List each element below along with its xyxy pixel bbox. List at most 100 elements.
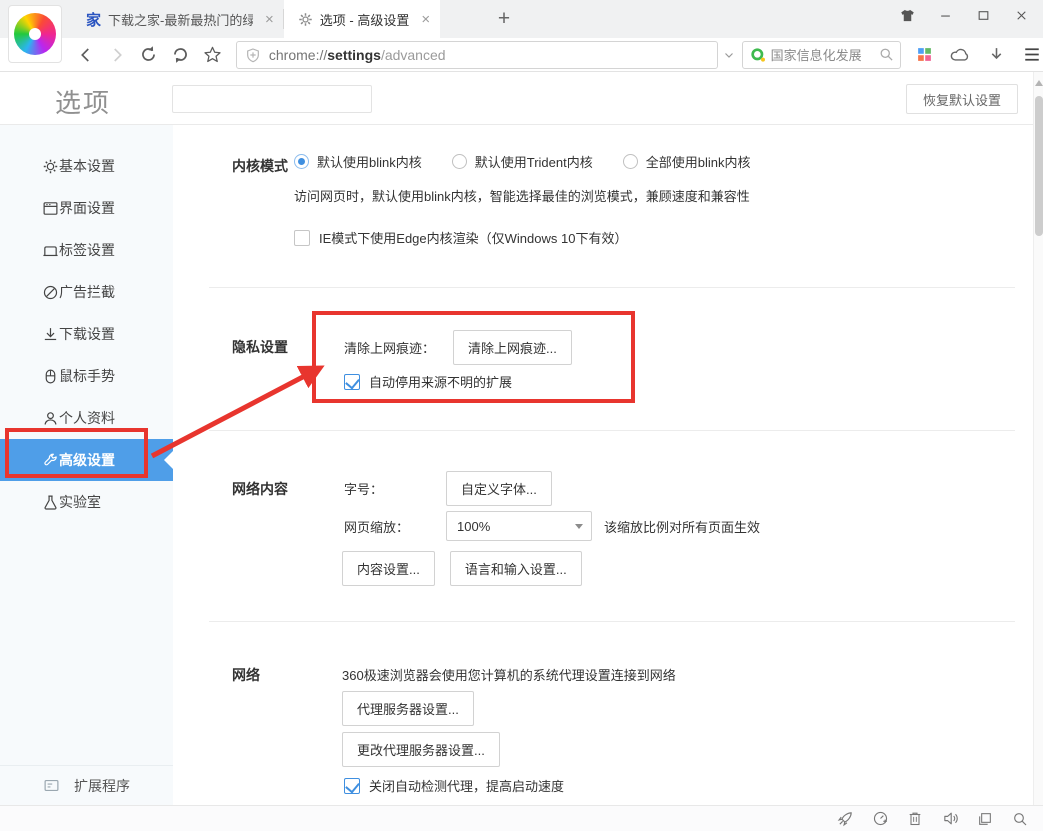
theme-skin-button[interactable]	[899, 7, 915, 23]
tab-title: 下载之家-最新最热门的绿色	[108, 10, 253, 29]
wrench-icon	[42, 452, 59, 469]
close-button[interactable]	[1013, 7, 1029, 23]
undo-close-button[interactable]	[169, 43, 193, 67]
language-input-button[interactable]: 语言和输入设置...	[450, 551, 582, 586]
back-button[interactable]	[74, 43, 98, 67]
custom-font-button[interactable]: 自定义字体...	[446, 471, 552, 506]
radio-label: 全部使用blink内核	[646, 152, 751, 171]
speedometer-icon[interactable]	[871, 810, 889, 828]
reload-button[interactable]	[137, 43, 161, 67]
disable-unknown-extensions-row[interactable]: 自动停用来源不明的扩展	[344, 372, 512, 391]
radio-selected-icon[interactable]	[294, 154, 309, 169]
sidebar-item-6[interactable]: 个人资料	[0, 397, 173, 439]
trash-icon[interactable]	[906, 810, 924, 828]
restore-defaults-button[interactable]: 恢复默认设置	[906, 84, 1018, 114]
search-box[interactable]: 国家信息化发展	[742, 41, 901, 69]
scrollbar-thumb[interactable]	[1035, 96, 1043, 236]
tab-settings-icon	[42, 242, 59, 259]
interface-icon	[42, 200, 59, 217]
restore-window-icon[interactable]	[976, 810, 994, 828]
checkbox-icon[interactable]	[294, 230, 310, 246]
sidebar-item-label: 扩展程序	[74, 776, 130, 796]
browser-pinwheel-icon	[14, 13, 56, 55]
settings-search-input[interactable]	[172, 85, 372, 113]
sidebar-item-3[interactable]: 广告拦截	[0, 271, 173, 313]
proxy-server-settings-button[interactable]: 代理服务器设置...	[342, 691, 474, 726]
sidebar-item-extensions[interactable]: 扩展程序	[0, 765, 173, 805]
kernel-radio-1[interactable]: 默认使用Trident内核	[452, 152, 593, 171]
boost-rocket-icon[interactable]	[836, 810, 854, 828]
search-magnifier-icon[interactable]	[879, 47, 894, 62]
new-tab-button[interactable]: +	[490, 5, 518, 33]
lab-flask-icon	[42, 494, 59, 511]
window-controls	[899, 0, 1035, 30]
url-history-dropdown[interactable]	[720, 42, 738, 68]
checkbox-checked-icon[interactable]	[344, 374, 360, 390]
kernel-edge-checkbox-row[interactable]: IE模式下使用Edge内核渲染（仅Windows 10下有效）	[294, 228, 627, 247]
tab-0[interactable]: 家下载之家-最新最热门的绿色×	[72, 0, 284, 38]
radio-label: 默认使用Trident内核	[475, 152, 593, 171]
tab-active[interactable]: 选项 - 高级设置 ×	[284, 0, 440, 38]
speaker-icon[interactable]	[941, 810, 959, 828]
bookmark-star-icon[interactable]	[200, 43, 224, 67]
minimize-button[interactable]	[937, 7, 953, 23]
sidebar-item-5[interactable]: 鼠标手势	[0, 355, 173, 397]
divider	[209, 621, 1015, 622]
settings-header: 选项 恢复默认设置	[0, 72, 1043, 125]
page-zoom-row: 网页缩放： 100% 该缩放比例对所有页面生效	[344, 511, 760, 541]
vertical-scrollbar[interactable]	[1033, 72, 1043, 805]
sidebar-item-label: 个人资料	[59, 408, 115, 428]
font-size-label: 字号：	[344, 479, 383, 498]
kernel-radio-0[interactable]: 默认使用blink内核	[294, 152, 422, 171]
content-settings-button[interactable]: 内容设置...	[342, 551, 435, 586]
checkbox-label: 自动停用来源不明的扩展	[369, 372, 512, 391]
sidebar-item-0[interactable]: 基本设置	[0, 145, 173, 187]
tab-title: 选项 - 高级设置	[320, 10, 410, 29]
page-zoom-select[interactable]: 100%	[446, 511, 592, 541]
web-content-buttons: 内容设置... 语言和输入设置...	[342, 551, 582, 586]
kernel-radio-2[interactable]: 全部使用blink内核	[623, 152, 751, 171]
basic-settings-icon	[42, 158, 59, 175]
radio-icon[interactable]	[452, 154, 467, 169]
clear-traces-row: 清除上网痕迹： 清除上网痕迹...	[344, 330, 572, 365]
sidebar-item-label: 广告拦截	[59, 282, 115, 302]
disable-proxy-detect-row[interactable]: 关闭自动检测代理，提高启动速度	[344, 776, 564, 795]
extensions-icon	[42, 777, 60, 795]
forward-button[interactable]	[106, 43, 130, 67]
tab-close-icon[interactable]: ×	[265, 12, 274, 27]
sidebar-items: 基本设置界面设置标签设置广告拦截下载设置鼠标手势个人资料高级设置实验室	[0, 125, 173, 523]
maximize-button[interactable]	[975, 7, 991, 23]
font-size-row: 字号： 自定义字体...	[344, 471, 552, 506]
sidebar-item-8[interactable]: 实验室	[0, 481, 173, 523]
scroll-up-arrow[interactable]	[1035, 80, 1043, 86]
zoom-search-icon[interactable]	[1011, 810, 1029, 828]
sidebar-item-7[interactable]: 高级设置	[0, 439, 173, 481]
kernel-radio-group: 默认使用blink内核 默认使用Trident内核 全部使用blink内核	[294, 152, 750, 171]
toolbar-action-icons	[913, 44, 1043, 66]
menu-icon[interactable]	[1021, 44, 1043, 66]
mouse-icon	[42, 368, 59, 385]
checkbox-checked-icon[interactable]	[344, 778, 360, 794]
gear-icon	[298, 12, 313, 27]
download-icon[interactable]	[985, 44, 1007, 66]
apps-grid-icon[interactable]	[913, 44, 935, 66]
divider	[209, 287, 1015, 288]
page-zoom-value: 100%	[457, 519, 490, 534]
clear-traces-button[interactable]: 清除上网痕迹...	[453, 330, 572, 365]
tab-strip: 家下载之家-最新最热门的绿色×选项 - 高级设置×	[72, 0, 440, 38]
sidebar-item-1[interactable]: 界面设置	[0, 187, 173, 229]
sidebar-item-2[interactable]: 标签设置	[0, 229, 173, 271]
search-suggestion-text: 国家信息化发展	[771, 45, 879, 64]
tab-close-icon[interactable]: ×	[421, 12, 430, 27]
sidebar-item-4[interactable]: 下载设置	[0, 313, 173, 355]
browser-logo[interactable]	[8, 5, 62, 63]
page-title: 选项	[55, 83, 111, 120]
address-bar[interactable]: chrome://settings/advanced	[236, 41, 718, 69]
navigation-toolbar: chrome://settings/advanced 国家信息化发展	[0, 38, 1043, 72]
network-description: 360极速浏览器会使用您计算机的系统代理设置连接到网络	[342, 665, 676, 684]
sidebar-item-label: 鼠标手势	[59, 366, 115, 386]
change-proxy-settings-button[interactable]: 更改代理服务器设置...	[342, 732, 500, 767]
radio-icon[interactable]	[623, 154, 638, 169]
section-label-web-content: 网络内容	[232, 479, 288, 499]
cloud-icon[interactable]	[949, 44, 971, 66]
